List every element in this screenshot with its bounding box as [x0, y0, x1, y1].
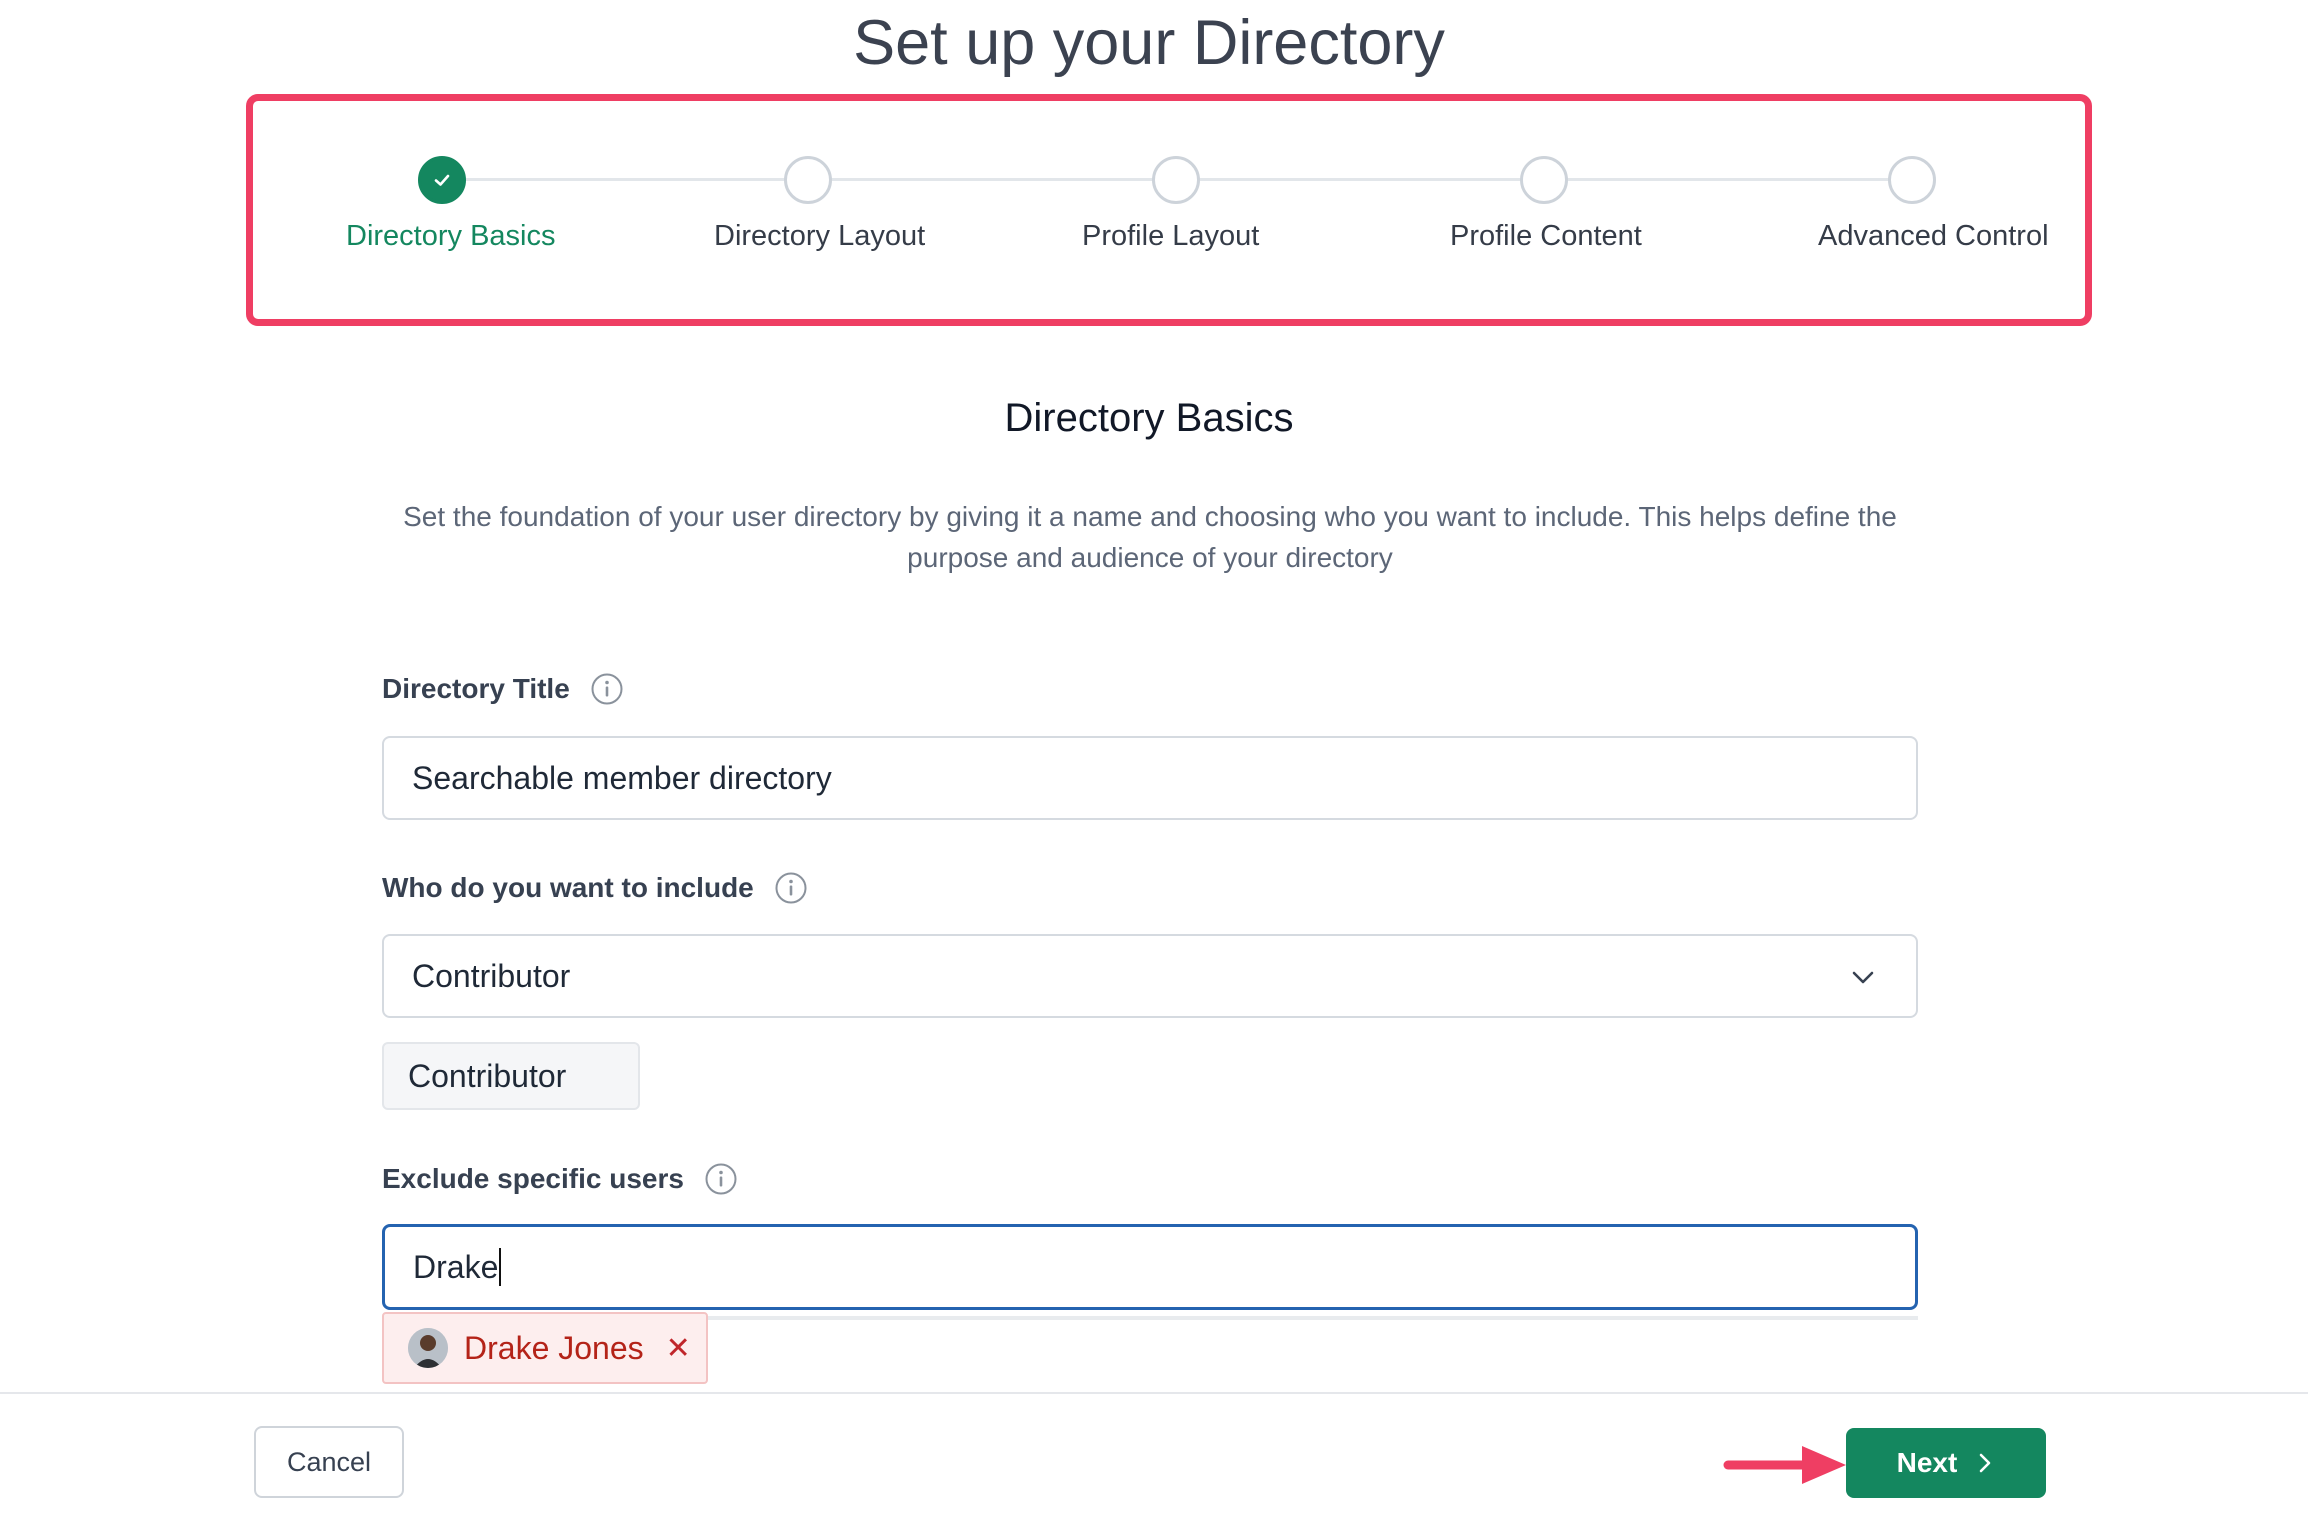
excluded-user-chip[interactable]: Drake Jones ✕: [382, 1312, 708, 1384]
next-button[interactable]: Next: [1846, 1428, 2046, 1498]
step-1-completed-icon[interactable]: [418, 156, 466, 204]
selected-role-tag-label: Contributor: [408, 1057, 567, 1094]
excluded-user-name: Drake Jones: [464, 1329, 644, 1366]
exclude-users-query: Drake: [413, 1248, 499, 1285]
footer-divider: [0, 1392, 2308, 1394]
exclude-label: Exclude specific users: [382, 1163, 684, 1194]
exclude-label-row: Exclude specific users: [382, 1162, 738, 1196]
info-icon[interactable]: [774, 871, 808, 905]
section-title: Directory Basics: [1004, 396, 1294, 440]
chevron-right-icon: [1980, 1453, 1991, 1473]
step-5-circle[interactable]: [1888, 156, 1936, 204]
chevron-down-icon: [1852, 971, 1874, 984]
step-label-profile-layout[interactable]: Profile Layout: [1082, 220, 1259, 253]
directory-title-value: Searchable member directory: [412, 759, 832, 796]
step-label-directory-basics[interactable]: Directory Basics: [346, 220, 556, 253]
stepper-highlight-box: [246, 94, 2092, 326]
next-button-label: Next: [1896, 1447, 1958, 1478]
info-icon[interactable]: [704, 1162, 738, 1196]
directory-title-input[interactable]: Searchable member directory: [382, 736, 1918, 820]
include-role-selected: Contributor: [412, 957, 571, 994]
section-description: Set the foundation of your user director…: [403, 501, 1897, 573]
step-label-advanced-control[interactable]: Advanced Control: [1818, 220, 2049, 253]
avatar: [408, 1328, 448, 1368]
directory-title-label: Directory Title: [382, 673, 570, 704]
info-icon[interactable]: [590, 672, 624, 706]
check-icon: [434, 174, 450, 186]
step-4-circle[interactable]: [1520, 156, 1568, 204]
step-label-profile-content[interactable]: Profile Content: [1450, 220, 1642, 253]
include-label: Who do you want to include: [382, 872, 754, 903]
step-2-circle[interactable]: [784, 156, 832, 204]
include-label-row: Who do you want to include: [382, 871, 808, 905]
close-icon[interactable]: ✕: [666, 1331, 691, 1366]
text-caret: [499, 1248, 502, 1286]
selected-role-tag[interactable]: Contributor: [382, 1042, 640, 1110]
page-title: Set up your Directory: [853, 8, 1445, 78]
annotation-arrow-icon: [1723, 1446, 1846, 1484]
cancel-button[interactable]: Cancel: [254, 1426, 404, 1498]
step-3-circle[interactable]: [1152, 156, 1200, 204]
step-label-directory-layout[interactable]: Directory Layout: [714, 220, 925, 253]
include-role-select[interactable]: Contributor: [382, 934, 1918, 1018]
exclude-users-search-input[interactable]: Drake: [382, 1224, 1918, 1310]
directory-title-label-row: Directory Title: [382, 672, 624, 706]
